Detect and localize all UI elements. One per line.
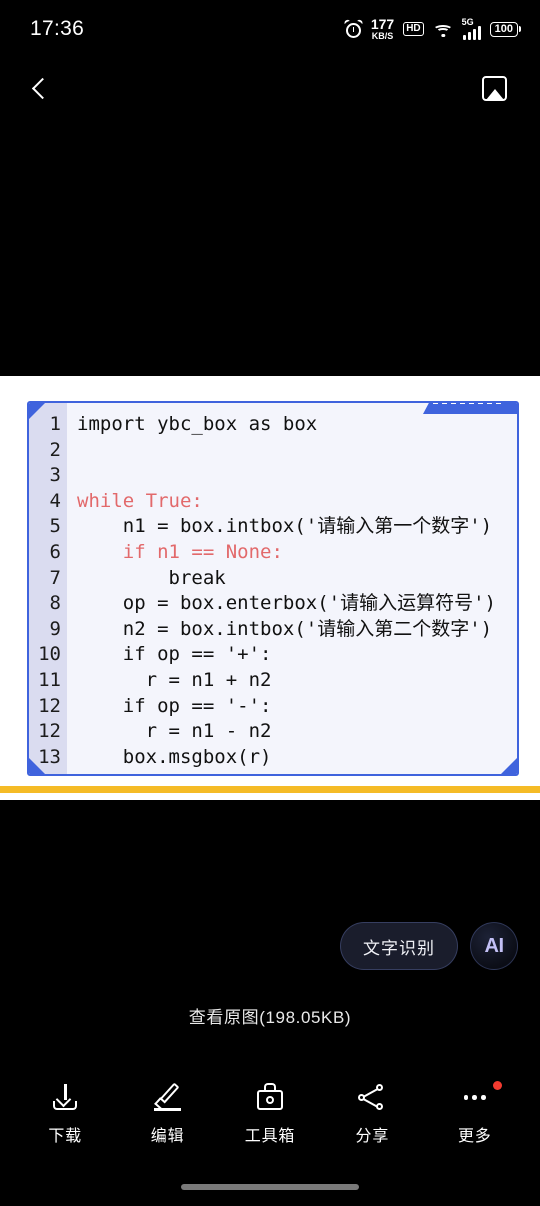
code-line-number: 12: [38, 694, 61, 717]
code-line-number: 2: [49, 438, 61, 461]
status-indicators: 177 KB/S HD 5G 100: [343, 16, 518, 41]
wifi-icon: [433, 21, 454, 37]
code-content: import ybc_box as box while True: n1 = b…: [67, 403, 517, 774]
ai-assistant-button[interactable]: AI: [470, 922, 518, 970]
corner-decoration-bottom-right: [501, 758, 517, 774]
code-line: if op == '-':: [77, 694, 272, 717]
toolbar-item-more[interactable]: 更多: [432, 1080, 518, 1146]
network-speed-indicator: 177 KB/S: [371, 17, 394, 41]
corner-decoration-top-left: [29, 403, 45, 419]
code-line-number: 7: [49, 566, 61, 589]
toolbar-label-more: 更多: [457, 1127, 492, 1145]
code-line-number: 9: [49, 617, 61, 640]
code-line: break: [77, 566, 226, 589]
status-clock: 17:36: [30, 17, 85, 40]
corner-decoration-bottom-left: [29, 758, 45, 774]
code-line-number: 3: [49, 464, 61, 487]
hd-badge-icon: HD: [403, 21, 424, 37]
code-line: r = n1 + n2: [77, 668, 272, 691]
image-viewer[interactable]: 1 2 3 4 5 6 7 8 9 10 11 12 12 13 import ybc_box as bo…: [0, 376, 540, 800]
alarm-clock-icon: [343, 18, 364, 38]
network-speed-unit: KB/S: [371, 31, 394, 41]
gallery-image-icon: [481, 75, 507, 101]
code-line-number: 6: [49, 540, 61, 563]
code-line: op = box.enterbox('请输入运算符号'): [77, 592, 496, 615]
toolbar-item-download[interactable]: 下载: [22, 1083, 108, 1146]
network-speed-value: 177: [370, 16, 395, 32]
toolbar-item-edit[interactable]: 编辑: [125, 1081, 211, 1146]
code-line-number: 11: [38, 668, 61, 691]
battery-percent: 100: [494, 22, 513, 35]
code-line-number-gutter: 1 2 3 4 5 6 7 8 9 10 11 12 12 13: [29, 403, 67, 774]
code-line: n2 = box.intbox('请输入第二个数字'): [77, 617, 493, 640]
signal-bars-icon: 5G: [461, 16, 481, 40]
navigation-bar: [0, 58, 540, 118]
back-button[interactable]: [18, 66, 62, 110]
toolbox-icon: [255, 1082, 285, 1113]
code-screenshot-card: 1 2 3 4 5 6 7 8 9 10 11 12 12 13 import ybc_box as bo…: [27, 401, 519, 776]
toolbar-label-toolbox: 工具箱: [244, 1127, 296, 1145]
code-line-number: 5: [49, 515, 61, 538]
text-recognition-button[interactable]: 文字识别: [340, 922, 458, 970]
code-line: if op == '+':: [77, 643, 272, 666]
pencil-edit-icon: [153, 1081, 183, 1113]
network-type-label: 5G: [461, 16, 474, 27]
toolbar-item-toolbox[interactable]: 工具箱: [227, 1082, 313, 1146]
code-line: import ybc_box as box: [77, 413, 318, 435]
bottom-toolbar: 下载 编辑 工具箱 分享 更多: [0, 1066, 540, 1162]
code-line-number: 10: [38, 643, 61, 666]
more-notification-badge: [492, 1080, 502, 1090]
code-line: box.msgbox(r): [77, 745, 272, 768]
code-line: if n1 == None:: [77, 540, 283, 563]
toolbar-label-share: 分享: [355, 1127, 390, 1145]
view-original-image-link[interactable]: 查看原图(198.05KB): [0, 1003, 540, 1028]
toolbar-label-edit: 编辑: [150, 1127, 185, 1145]
code-line: n1 = box.intbox('请输入第一个数字'): [77, 515, 493, 538]
code-line-number: 8: [49, 592, 61, 615]
gallery-button[interactable]: [472, 66, 516, 110]
download-icon: [50, 1083, 80, 1113]
dotted-decoration: [423, 403, 517, 414]
share-nodes-icon: [357, 1083, 387, 1113]
code-line: while True:: [77, 489, 203, 512]
home-indicator[interactable]: [181, 1184, 359, 1190]
more-dots-icon: [460, 1083, 490, 1113]
code-line-number: 4: [49, 489, 61, 512]
code-line-number: 12: [38, 720, 61, 743]
floating-action-row: 文字识别 AI: [340, 922, 518, 970]
yellow-underline-bar: [0, 786, 540, 793]
status-bar: 17:36 177 KB/S HD 5G 100: [0, 0, 540, 58]
toolbar-item-share[interactable]: 分享: [329, 1083, 415, 1146]
battery-icon: 100: [489, 21, 518, 37]
code-line: r = n1 - n2: [77, 720, 272, 743]
toolbar-label-download: 下载: [48, 1127, 82, 1145]
back-chevron-icon: [31, 77, 54, 99]
